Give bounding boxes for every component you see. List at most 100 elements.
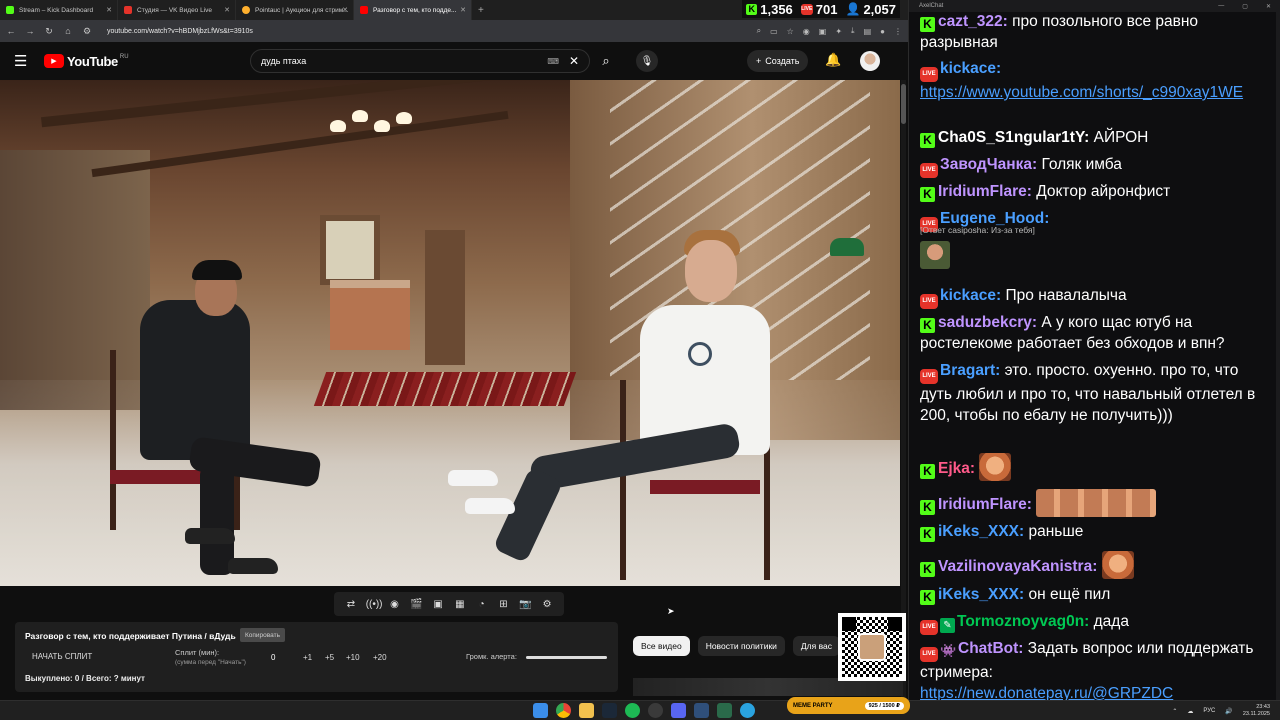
- chat-link[interactable]: https://new.donatepay.ru/@GRPZDC: [920, 685, 1173, 700]
- chrome-icon[interactable]: [556, 703, 571, 718]
- sidebar-icon[interactable]: ▤: [864, 27, 872, 36]
- camera-icon[interactable]: 📷: [518, 599, 532, 610]
- avatar[interactable]: [860, 51, 880, 71]
- emote-image: [1101, 551, 1134, 579]
- obs-icon[interactable]: [648, 703, 663, 718]
- tray-cloud-icon[interactable]: ☁: [1187, 708, 1193, 715]
- cast-icon[interactable]: ▭: [770, 27, 778, 36]
- chat-username[interactable]: Cha0S_S1ngular1tY: [938, 129, 1084, 146]
- speed-icon[interactable]: ◔: [475, 599, 489, 610]
- chat-username[interactable]: IridiumFlare: [938, 183, 1027, 200]
- back-icon[interactable]: ←: [6, 26, 16, 36]
- donation-goal-widget: MEME PARTY 925 / 1500 ₽: [787, 697, 910, 714]
- search-button[interactable]: ⌕: [590, 49, 622, 73]
- page-scrollbar[interactable]: [901, 80, 906, 700]
- copy-button[interactable]: Копировать: [240, 628, 285, 642]
- close-icon[interactable]: ✕: [1266, 3, 1271, 10]
- tab-youtube-video[interactable]: Разговор с тем, кто подде... ✕: [354, 0, 472, 20]
- add-frame-icon[interactable]: ⊞: [496, 599, 510, 610]
- chat-username[interactable]: saduzbekcry: [938, 314, 1032, 331]
- reload-icon[interactable]: ↻: [44, 26, 54, 37]
- discord-icon[interactable]: [671, 703, 686, 718]
- chat-username[interactable]: Ejka: [938, 460, 970, 477]
- chat-username[interactable]: cazt_322: [938, 13, 1003, 30]
- minimize-icon[interactable]: —: [1218, 3, 1224, 10]
- spotify-icon[interactable]: [625, 703, 640, 718]
- app-icon[interactable]: [694, 703, 709, 718]
- close-tab-icon[interactable]: ✕: [460, 6, 466, 14]
- tab-pointauc[interactable]: Pointauc | Аукцион для стрим... ✕: [236, 0, 354, 20]
- search-input[interactable]: дудь птаха: [261, 56, 306, 66]
- add-5-button[interactable]: +5: [325, 653, 334, 662]
- extension2-icon[interactable]: ▣: [819, 27, 827, 36]
- page-scrollbar-thumb[interactable]: [901, 84, 906, 124]
- tray-language[interactable]: РУС: [1203, 708, 1215, 714]
- chat-username[interactable]: Tormoznoyvag0n: [957, 613, 1084, 630]
- url-field[interactable]: youtube.com/watch?v=hBDMjbzLfWs&t=3910s: [107, 28, 253, 35]
- tab-vk-studio[interactable]: Студия — VK Видео Live ✕: [118, 0, 236, 20]
- volume-icon[interactable]: 🔊: [1225, 708, 1232, 715]
- start-split-button[interactable]: НАЧАТЬ СПЛИТ: [32, 652, 92, 661]
- chat-message: LIVE ЗаводЧанка: Голяк имба: [920, 154, 1274, 178]
- chip-for-you[interactable]: Для вас: [792, 636, 840, 656]
- clear-search-icon[interactable]: ✕: [569, 54, 579, 68]
- clapper-icon[interactable]: 🎬: [409, 599, 423, 610]
- clock[interactable]: 23:43 23.11.2025: [1243, 704, 1270, 718]
- explorer-icon[interactable]: [579, 703, 594, 718]
- forward-icon[interactable]: →: [25, 26, 35, 36]
- chat-link[interactable]: https://www.youtube.com/shorts/_c990xay1…: [920, 84, 1243, 101]
- split-minutes-value[interactable]: 0: [271, 653, 275, 662]
- bookmark-star-icon[interactable]: ☆: [787, 27, 794, 36]
- site-info-icon[interactable]: ⚙: [82, 26, 92, 37]
- add-1-button[interactable]: +1: [303, 653, 312, 662]
- chat-username[interactable]: iKeks_XXX: [938, 523, 1019, 540]
- zoom-icon[interactable]: ⌕: [757, 26, 761, 36]
- chip-all-videos[interactable]: Все видео: [633, 636, 690, 656]
- chip-politics-news[interactable]: Новости политики: [697, 636, 785, 656]
- alert-volume-slider[interactable]: [526, 656, 607, 659]
- steam-icon[interactable]: [602, 703, 617, 718]
- maximize-icon[interactable]: ▢: [1242, 3, 1248, 10]
- tray-chevron-icon[interactable]: ⌃: [1172, 708, 1177, 715]
- chat-username[interactable]: ChatBot: [958, 640, 1018, 657]
- chat-username[interactable]: kickace: [940, 60, 996, 77]
- chat-username[interactable]: ЗаводЧанка: [940, 156, 1032, 173]
- close-tab-icon[interactable]: ✕: [106, 6, 112, 14]
- screen-icon[interactable]: ▣: [431, 599, 445, 610]
- voice-search-button[interactable]: 🎙: [636, 50, 658, 72]
- chat-username[interactable]: Bragart: [940, 362, 995, 379]
- app2-icon[interactable]: [717, 703, 732, 718]
- add-10-button[interactable]: +10: [346, 653, 360, 662]
- telegram-icon[interactable]: [740, 703, 755, 718]
- keyboard-icon[interactable]: ⌨: [547, 57, 559, 66]
- close-tab-icon[interactable]: ✕: [224, 6, 230, 14]
- chat-username[interactable]: iKeks_XXX: [938, 586, 1019, 603]
- gear-icon[interactable]: ⚙: [540, 599, 554, 610]
- download-icon[interactable]: ⤓: [851, 26, 855, 36]
- chat-scrollbar[interactable]: [1276, 12, 1280, 700]
- person-left: [140, 300, 250, 460]
- eye-icon[interactable]: ◉: [387, 599, 401, 610]
- menu-dots-icon[interactable]: ⋮: [894, 27, 902, 36]
- chat-username[interactable]: VazilinovayaKanistra: [938, 558, 1092, 575]
- create-button[interactable]: + Создать: [747, 50, 809, 72]
- menu-icon[interactable]: ☰: [14, 52, 34, 70]
- filmstrip-icon[interactable]: ▦: [453, 599, 467, 610]
- video-player[interactable]: [0, 80, 900, 586]
- bell-icon[interactable]: 🔔: [825, 52, 841, 68]
- home-icon[interactable]: ⌂: [63, 26, 73, 36]
- close-tab-icon[interactable]: ✕: [342, 6, 348, 14]
- new-tab-icon[interactable]: +: [478, 5, 484, 16]
- puzzle-icon[interactable]: ✦: [835, 27, 842, 36]
- loop-icon[interactable]: ⇄: [344, 599, 358, 610]
- tab-kick-dashboard[interactable]: Stream – Kick Dashboard ✕: [0, 0, 118, 20]
- add-20-button[interactable]: +20: [373, 653, 387, 662]
- youtube-logo[interactable]: ▶ YouTube RU: [44, 54, 129, 69]
- profile-icon[interactable]: ●: [880, 27, 885, 36]
- extension-icon[interactable]: ◉: [803, 27, 810, 36]
- chat-username[interactable]: kickace: [940, 287, 996, 304]
- start-icon[interactable]: [533, 703, 548, 718]
- chat-username[interactable]: IridiumFlare: [938, 496, 1027, 513]
- audio-icon[interactable]: ((•)): [366, 599, 383, 610]
- search-box[interactable]: дудь птаха ⌨ ✕: [250, 49, 590, 73]
